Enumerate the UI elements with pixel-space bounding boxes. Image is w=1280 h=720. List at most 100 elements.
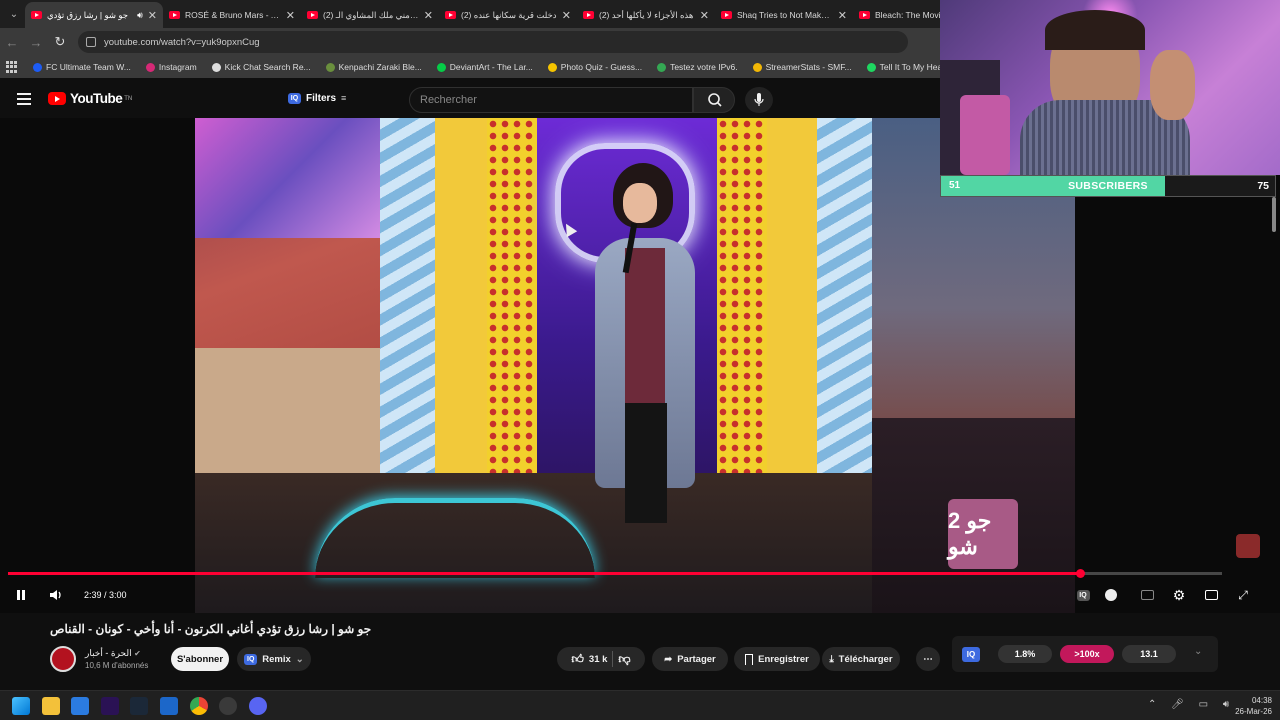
close-tab-icon[interactable]: ✕ xyxy=(700,9,709,22)
like-button[interactable]: 👍︎ 31 k xyxy=(571,652,607,667)
bookmark-label: Testez votre IPv6. xyxy=(670,62,738,72)
taskbar-clock[interactable]: 04:38 26-Mar-26 xyxy=(1235,695,1272,717)
chrome-icon[interactable] xyxy=(190,697,208,715)
channel-avatar[interactable] xyxy=(50,646,76,672)
close-tab-icon[interactable]: ✕ xyxy=(148,9,157,22)
filters-button[interactable]: IQ Filters ≡ xyxy=(288,88,346,108)
filters-label: Filters xyxy=(306,92,337,104)
bookmark-item[interactable]: Kick Chat Search Re... xyxy=(211,62,311,72)
bookmark-favicon-icon xyxy=(33,62,42,72)
outlook-icon[interactable] xyxy=(71,697,89,715)
close-tab-icon[interactable]: ✕ xyxy=(286,9,295,22)
verified-icon: ✔ xyxy=(134,649,141,658)
clock-time: 04:38 xyxy=(1251,696,1272,705)
volume-button[interactable] xyxy=(47,585,65,605)
reload-icon[interactable]: ↻ xyxy=(48,34,72,50)
share-button[interactable]: ➦ Partager xyxy=(652,647,728,671)
browser-tab[interactable]: (2) الزمني ملك المشاوي الـ ✕ xyxy=(301,2,439,28)
iq-badge[interactable]: IQ xyxy=(962,647,980,662)
start-windows-icon[interactable] xyxy=(12,697,30,715)
search-button[interactable] xyxy=(693,87,735,113)
channel-watermark-logo[interactable] xyxy=(1236,534,1260,558)
dislike-button[interactable]: 👎︎ xyxy=(618,652,630,667)
autoplay-toggle[interactable] xyxy=(1102,585,1120,605)
remix-button[interactable]: IQ Remix ⌄ xyxy=(237,647,311,671)
download-icon: ⤓ xyxy=(829,653,834,665)
more-actions-button[interactable]: ⋯ xyxy=(916,647,940,671)
file-explorer-icon[interactable] xyxy=(42,697,60,715)
subscribe-button[interactable]: S'abonner xyxy=(171,647,229,671)
back-arrow-icon[interactable]: ← xyxy=(0,35,24,50)
bookmark-label: StreamerStats - SMF... xyxy=(765,62,852,72)
bookmark-favicon-icon xyxy=(436,62,446,72)
download-button[interactable]: ⤓ Télécharger xyxy=(822,647,900,671)
progress-bar-scrubber[interactable] xyxy=(1076,569,1085,578)
browser-tab[interactable]: (2) دخلت قرية سكانها عنده ✕ xyxy=(439,2,577,28)
bookmark-item[interactable]: Tell It To My Heart -... xyxy=(866,62,940,72)
bookmark-label: FC Ultimate Team W... xyxy=(46,62,131,72)
bookmark-item[interactable]: FC Ultimate Team W... xyxy=(33,62,131,72)
pause-button[interactable] xyxy=(12,585,30,605)
save-label: Enregistrer xyxy=(758,653,809,665)
share-arrow-icon: ➦ xyxy=(664,653,673,665)
bookmark-favicon-icon xyxy=(657,62,667,72)
bookmark-item[interactable]: Instagram xyxy=(145,62,197,72)
voice-search-button[interactable] xyxy=(745,87,773,113)
bookmark-icon xyxy=(745,653,754,665)
close-tab-icon[interactable]: ✕ xyxy=(562,9,571,22)
iq-player-button[interactable]: IQ xyxy=(1074,585,1092,605)
settings-button[interactable]: ⚙ xyxy=(1170,585,1188,605)
microphone-icon xyxy=(754,93,764,106)
subtitles-button[interactable] xyxy=(1138,585,1156,605)
stat-percentage: 1.8% xyxy=(998,645,1052,663)
channel-watermark: جو 2 شو xyxy=(948,499,1018,569)
premiere-pro-icon[interactable] xyxy=(101,697,119,715)
discord-icon[interactable] xyxy=(249,697,267,715)
apps-grid-icon[interactable] xyxy=(6,61,17,73)
share-label: Partager xyxy=(677,653,716,665)
bookmark-favicon-icon xyxy=(547,62,557,72)
bookmark-item[interactable]: DeviantArt - The Lar... xyxy=(436,62,533,72)
youtube-logo[interactable]: YouTube TN xyxy=(48,91,132,106)
gear-icon: ⚙ xyxy=(1172,586,1186,603)
url-field[interactable]: youtube.com/watch?v=yuk9opxnCug xyxy=(78,31,908,53)
bookmark-item[interactable]: Testez votre IPv6. xyxy=(657,62,738,72)
browser-tab[interactable]: (2) هذه الأجزاء لا يأكلها أحد ✕ xyxy=(577,2,715,28)
steam-icon[interactable] xyxy=(130,697,148,715)
youtube-play-icon xyxy=(48,92,66,105)
youtube-country-code: TN xyxy=(124,95,133,102)
channel-name[interactable]: الحرة - أخبار ✔ xyxy=(85,648,141,659)
miniplayer-icon xyxy=(1204,590,1218,600)
extension-chevron-icon[interactable]: ⌄ xyxy=(1194,646,1202,657)
browser-tab[interactable]: Shaq Tries to Not Make a ✕ xyxy=(715,2,853,28)
chevron-down-icon: ⌄ xyxy=(295,653,304,665)
streamer-webcam xyxy=(940,0,1280,175)
close-tab-icon[interactable]: ✕ xyxy=(838,9,847,22)
youtube-favicon-icon xyxy=(445,11,456,19)
site-info-icon[interactable] xyxy=(86,37,96,47)
youtube-header: YouTube TN IQ Filters ≡ Rechercher xyxy=(0,78,940,118)
tab-search-chevron-icon[interactable]: ⌄ xyxy=(3,3,25,25)
iq-extension-bar: IQ 1.8% >100x 13.1 ⌄ xyxy=(952,636,1218,672)
browser-tab[interactable]: ROSÉ & Bruno Mars - APT. ✕ xyxy=(163,2,301,28)
obs-icon[interactable] xyxy=(219,697,237,715)
stat-multiplier: >100x xyxy=(1060,645,1114,663)
close-tab-icon[interactable]: ✕ xyxy=(424,9,433,22)
bookmark-item[interactable]: StreamerStats - SMF... xyxy=(752,62,852,72)
fullscreen-button[interactable]: ⤢ xyxy=(1234,585,1252,605)
save-button[interactable]: Enregistrer xyxy=(734,647,820,671)
subscriber-goal-label: SUBSCRIBERS xyxy=(1068,180,1148,192)
steam-alt-icon[interactable] xyxy=(160,697,178,715)
forward-arrow-icon[interactable]: → xyxy=(24,35,48,50)
system-tray-icons[interactable]: ⌃ 🎤︎ ▭ 🔊︎ xyxy=(1148,699,1235,710)
like-dislike-group: 👍︎ 31 k 👎︎ xyxy=(557,647,645,671)
search-input[interactable]: Rechercher xyxy=(409,87,693,113)
menu-icon[interactable] xyxy=(17,93,31,108)
audio-playing-icon[interactable]: 🔊︎ xyxy=(137,10,143,21)
bookmark-favicon-icon xyxy=(145,62,155,72)
browser-tab[interactable]: جو شو | رشا رزق تؤدي 🔊︎ ✕ xyxy=(25,2,163,28)
miniplayer-button[interactable] xyxy=(1202,585,1220,605)
bookmark-item[interactable]: Photo Quiz - Guess... xyxy=(547,62,642,72)
bookmark-item[interactable]: Kenpachi Zaraki Ble... xyxy=(325,62,422,72)
page-scrollbar[interactable] xyxy=(1272,197,1276,232)
